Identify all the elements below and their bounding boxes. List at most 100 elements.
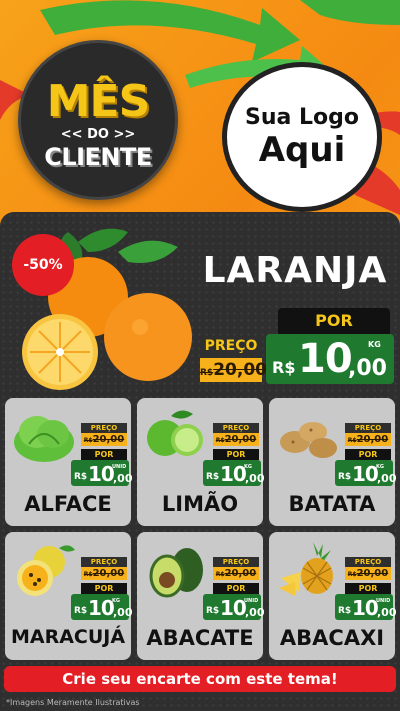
old-price-currency: R$	[215, 571, 225, 578]
discount-badge: -50%	[12, 234, 74, 296]
price-integer: 10	[298, 336, 353, 382]
product-card[interactable]: PREÇO R$20,00 POR R$ 10 KG ,00 LIMÃO	[137, 398, 265, 526]
old-price-label: PREÇO	[81, 557, 127, 567]
old-price: R$20,00	[81, 433, 127, 446]
price-integer: 10	[88, 596, 115, 620]
new-price: R$ 10 UNID ,00	[335, 594, 397, 620]
old-price: R$20,00	[345, 567, 391, 580]
disclaimer-text: *Imagens Meramente Ilustrativas	[6, 698, 140, 707]
old-price-label: PREÇO	[213, 557, 259, 567]
new-price-label: POR	[345, 583, 391, 594]
new-price-label: POR	[213, 449, 259, 460]
price-decimal: ,00	[113, 606, 133, 619]
header: MÊS << DO >> CLIENTE Sua Logo Aqui	[0, 0, 400, 215]
new-price: R$ 10 KG ,00	[335, 460, 397, 486]
old-price-label: PREÇO	[81, 423, 127, 433]
price-unit: UNID	[244, 598, 259, 604]
old-price: R$20,00	[200, 358, 267, 382]
old-price-value: 20,00	[356, 434, 389, 445]
old-price-value: 20,00	[224, 434, 257, 445]
store-logo-line2: Aqui	[258, 129, 346, 170]
price-decimal: ,00	[113, 472, 133, 485]
product-card[interactable]: PREÇO R$20,00 POR R$ 10 UNID ,00 ABACAXI	[269, 532, 397, 660]
old-price-currency: R$	[200, 368, 214, 378]
product-name: ABACAXI	[279, 626, 385, 650]
price-integer: 10	[352, 462, 379, 486]
product-card[interactable]: PREÇO R$20,00 POR R$ 10 KG ,00 MARACUJÁ	[5, 532, 133, 660]
old-price-label: PREÇO	[213, 423, 259, 433]
old-price: R$20,00	[213, 433, 259, 446]
price-currency: R$	[74, 606, 88, 616]
product-card[interactable]: PREÇO R$20,00 POR R$ 10 UNID ,00 ABACATE	[137, 532, 265, 660]
old-price-value: 20,00	[224, 568, 257, 579]
price-unit: UNID	[376, 598, 391, 604]
new-price: R$ 10 KG ,00	[203, 460, 265, 486]
product-name: ALFACE	[24, 492, 112, 516]
price-unit: KG	[376, 464, 384, 470]
price-decimal: ,00	[377, 472, 397, 485]
new-price: R$ 10 KG ,00	[71, 594, 133, 620]
price-integer: 10	[220, 596, 247, 620]
new-price: R$ 10 UNID ,00	[71, 460, 133, 486]
pineapple-icon	[279, 542, 333, 596]
product-name: MARACUJÁ	[10, 626, 126, 648]
price-currency: R$	[74, 472, 88, 482]
old-price-currency: R$	[83, 571, 93, 578]
new-price-label: POR	[81, 583, 127, 594]
price-integer: 10	[352, 596, 379, 620]
campaign-logo: MÊS << DO >> CLIENTE	[18, 40, 178, 200]
passion-fruit-icon	[17, 545, 75, 596]
offers-panel: -50% LARANJA POR PREÇO R$20,00 R$ 10 KG …	[0, 212, 400, 711]
old-price-currency: R$	[83, 437, 93, 444]
price-integer: 10	[88, 462, 115, 486]
product-card[interactable]: PREÇO R$20,00 POR R$ 10 KG ,00 BATATA	[269, 398, 397, 526]
old-price-currency: R$	[215, 437, 225, 444]
price-currency: R$	[338, 472, 352, 482]
product-name: ABACATE	[146, 626, 254, 650]
old-price-currency: R$	[347, 437, 357, 444]
campaign-logo-connector: << DO >>	[60, 127, 136, 142]
new-price: R$ 10 KG ,00	[266, 334, 394, 384]
featured-product-name: LARANJA	[202, 250, 388, 291]
old-price-label: PREÇO	[345, 423, 391, 433]
new-price-label: POR	[345, 449, 391, 460]
avocado-icon	[149, 548, 203, 598]
product-name: LIMÃO	[161, 492, 239, 516]
lettuce-icon	[14, 416, 74, 462]
old-price: R$20,00	[345, 433, 391, 446]
new-price-label: POR	[278, 308, 390, 334]
price-decimal: ,00	[245, 606, 265, 619]
old-price-value: 20,00	[356, 568, 389, 579]
old-price-currency: R$	[347, 571, 357, 578]
old-price-value: 20,00	[92, 434, 125, 445]
price-decimal: ,00	[348, 356, 387, 381]
product-card[interactable]: PREÇO R$20,00 POR R$ 10 UNID ,00 ALFACE	[5, 398, 133, 526]
lime-icon	[147, 410, 203, 456]
price-currency: R$	[206, 606, 220, 616]
new-price-label: POR	[81, 449, 127, 460]
campaign-logo-subtitle: CLIENTE	[44, 143, 152, 171]
new-price: R$ 10 UNID ,00	[203, 594, 265, 620]
old-price: R$20,00	[81, 567, 127, 580]
old-price-value: 20,00	[213, 360, 267, 380]
price-unit: KG	[368, 340, 381, 349]
price-decimal: ,00	[377, 606, 397, 619]
price-currency: R$	[206, 472, 220, 482]
store-logo-line1: Sua Logo	[244, 104, 359, 130]
price-currency: R$	[272, 358, 296, 377]
campaign-logo-title: MÊS	[46, 76, 151, 127]
price-unit: UNID	[112, 464, 127, 470]
old-price: R$20,00	[213, 567, 259, 580]
new-price-label: POR	[213, 583, 259, 594]
old-price-label: PREÇO	[200, 336, 262, 356]
price-decimal: ,00	[245, 472, 265, 485]
price-unit: KG	[244, 464, 252, 470]
create-flyer-button[interactable]: Crie seu encarte com este tema!	[4, 666, 396, 692]
price-unit: KG	[112, 598, 120, 604]
old-price-label: PREÇO	[345, 557, 391, 567]
old-price-value: 20,00	[92, 568, 125, 579]
store-logo-placeholder: Sua Logo Aqui	[222, 62, 382, 212]
price-integer: 10	[220, 462, 247, 486]
price-currency: R$	[338, 606, 352, 616]
featured-product[interactable]: -50% LARANJA POR PREÇO R$20,00 R$ 10 KG …	[0, 212, 400, 397]
